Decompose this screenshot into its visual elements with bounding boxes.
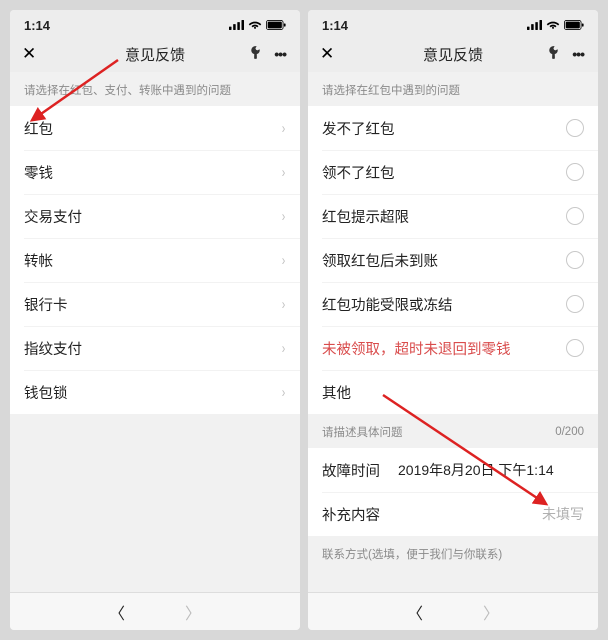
radio-icon — [566, 339, 584, 357]
more-icon[interactable]: ••• — [568, 46, 598, 62]
signal-icon — [527, 20, 542, 30]
option-cant-send[interactable]: 发不了红包 — [308, 106, 598, 150]
char-counter: 0/200 — [555, 426, 584, 438]
battery-icon — [564, 20, 584, 30]
describe-label: 请描述具体问题 — [322, 424, 403, 440]
option-label: 领取红包后未到账 — [322, 250, 438, 271]
status-bar: 1:14 — [308, 10, 598, 36]
list-item-lingqian[interactable]: 零钱 › — [10, 150, 300, 194]
chevron-right-icon: › — [282, 340, 286, 357]
chevron-right-icon: › — [282, 384, 286, 401]
option-limit[interactable]: 红包提示超限 — [308, 194, 598, 238]
footer-nav: 〈 〉 — [10, 592, 300, 630]
wifi-icon — [248, 20, 262, 30]
list-item-transfer[interactable]: 转帐 › — [10, 238, 300, 282]
phone-right: 1:14 ✕ 意见反馈 ••• 请选择在红包中遇到的问题 发不了红包 领不了红包 — [308, 10, 598, 630]
option-label: 领不了红包 — [322, 162, 395, 183]
forward-icon[interactable]: 〉 — [483, 600, 499, 624]
phone-left: 1:14 ✕ 意见反馈 ••• 请选择在红包、支付、转账中遇到的问题 红包 › … — [10, 10, 300, 630]
status-bar: 1:14 — [10, 10, 300, 36]
page-title: 意见反馈 — [125, 44, 185, 65]
list-label: 交易支付 — [24, 206, 82, 227]
nav-right: ••• — [239, 46, 300, 62]
list-item-bankcard[interactable]: 银行卡 › — [10, 282, 300, 326]
more-icon[interactable]: ••• — [270, 46, 300, 62]
status-time: 1:14 — [322, 18, 348, 33]
signal-icon — [229, 20, 244, 30]
section-header: 请选择在红包中遇到的问题 — [308, 72, 598, 106]
wifi-icon — [546, 20, 560, 30]
status-time: 1:14 — [24, 18, 50, 33]
chevron-right-icon: › — [282, 120, 286, 137]
radio-icon — [566, 295, 584, 313]
back-icon[interactable]: 〈 — [109, 600, 125, 624]
back-icon[interactable]: 〈 — [407, 600, 423, 624]
option-label: 红包提示超限 — [322, 206, 409, 227]
list-label: 银行卡 — [24, 294, 68, 315]
fault-time-row[interactable]: 故障时间 2019年8月20日 下午1:14 — [308, 448, 598, 492]
supplement-label: 补充内容 — [322, 504, 380, 525]
spacer — [308, 570, 598, 592]
nav-bar: ✕ 意见反馈 ••• — [10, 36, 300, 72]
radio-icon — [566, 119, 584, 137]
option-not-refunded[interactable]: 未被领取，超时未退回到零钱 — [308, 326, 598, 370]
nav-bar: ✕ 意见反馈 ••• — [308, 36, 598, 72]
chevron-right-icon: › — [282, 164, 286, 181]
forward-icon[interactable]: 〉 — [185, 600, 201, 624]
page-title: 意见反馈 — [423, 44, 483, 65]
radio-icon — [566, 207, 584, 225]
list-label: 零钱 — [24, 162, 53, 183]
supplement-placeholder: 未填写 — [542, 504, 584, 524]
option-label: 其他 — [322, 382, 351, 403]
status-right — [229, 20, 286, 30]
section-header: 请选择在红包、支付、转账中遇到的问题 — [10, 72, 300, 106]
close-icon[interactable]: ✕ — [22, 44, 36, 64]
list-item-payment[interactable]: 交易支付 › — [10, 194, 300, 238]
list-label: 指纹支付 — [24, 338, 82, 359]
chevron-right-icon: › — [282, 296, 286, 313]
option-not-arrived[interactable]: 领取红包后未到账 — [308, 238, 598, 282]
fault-time-label: 故障时间 — [322, 460, 380, 481]
list-label: 红包 — [24, 118, 53, 139]
chevron-right-icon: › — [282, 252, 286, 269]
list-item-walletlock[interactable]: 钱包锁 › — [10, 370, 300, 414]
option-other[interactable]: 其他 — [308, 370, 598, 414]
describe-section-header: 请描述具体问题 0/200 — [308, 414, 598, 448]
option-label: 红包功能受限或冻结 — [322, 294, 453, 315]
option-restricted[interactable]: 红包功能受限或冻结 — [308, 282, 598, 326]
wrench-icon[interactable] — [537, 46, 568, 62]
radio-icon — [566, 251, 584, 269]
chevron-right-icon: › — [282, 208, 286, 225]
nav-right: ••• — [537, 46, 598, 62]
contact-section-header: 联系方式(选填，便于我们与你联系) — [308, 536, 598, 570]
status-right — [527, 20, 584, 30]
option-label: 发不了红包 — [322, 118, 395, 139]
spacer — [10, 414, 300, 592]
wrench-icon[interactable] — [239, 46, 270, 62]
list-item-fingerprint[interactable]: 指纹支付 › — [10, 326, 300, 370]
list-label: 转帐 — [24, 250, 53, 271]
battery-icon — [266, 20, 286, 30]
fault-time-value: 2019年8月20日 下午1:14 — [398, 460, 554, 480]
supplement-row[interactable]: 补充内容 未填写 — [308, 492, 598, 536]
list-item-hongbao[interactable]: 红包 › — [10, 106, 300, 150]
option-label: 未被领取，超时未退回到零钱 — [322, 338, 511, 359]
option-cant-receive[interactable]: 领不了红包 — [308, 150, 598, 194]
close-icon[interactable]: ✕ — [320, 44, 334, 64]
list-label: 钱包锁 — [24, 382, 68, 403]
footer-nav: 〈 〉 — [308, 592, 598, 630]
radio-icon — [566, 163, 584, 181]
